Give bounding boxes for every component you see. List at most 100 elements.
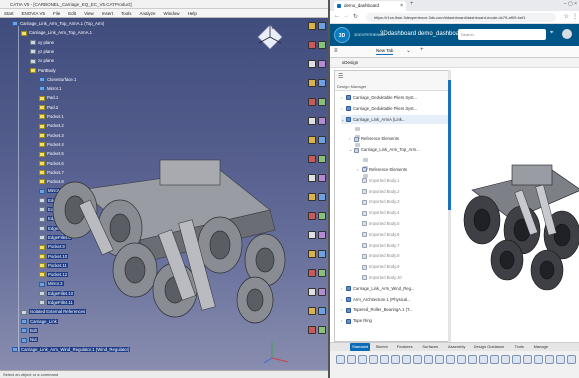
back-icon[interactable]: ← [334, 13, 340, 19]
toolbar-tool-icon[interactable] [318, 288, 326, 296]
design-tree-node[interactable]: Imported Body.9 [357, 262, 399, 271]
action-tool-icon[interactable] [358, 355, 367, 364]
panel-scrollbar[interactable] [448, 70, 451, 342]
design-tree-node[interactable]: › Arm_Architecture.1 (Physical... [341, 295, 410, 304]
tab-new-tab[interactable]: New Tab [376, 48, 394, 55]
toolbar-tool-icon[interactable] [308, 174, 316, 182]
menu-item-start[interactable]: Start [4, 11, 14, 16]
toolbar-tool-icon[interactable] [308, 288, 316, 296]
menu-item-file[interactable]: File [53, 11, 60, 16]
toolbar-tool-icon[interactable] [318, 307, 326, 315]
tag-icon[interactable]: ⌖ [550, 30, 553, 37]
tree-node[interactable]: Carriage_Link_Arm_Top_ArmA.1 [21, 29, 92, 37]
xdesign-3d-viewer[interactable] [452, 70, 579, 342]
toolbar-tool-icon[interactable] [318, 212, 326, 220]
url-input[interactable]: https://r1xe-ifwe.3dexperience.3ds.com/#… [366, 13, 556, 22]
browser-tab[interactable]: demo_dashboard × [334, 1, 406, 11]
tree-node[interactable]: Pocket.1 [39, 113, 64, 121]
action-tool-icon[interactable] [402, 355, 411, 364]
toolbar-tool-icon[interactable] [308, 307, 316, 315]
dashboard-title[interactable]: 3Ddashboard demo_dashboard [380, 31, 464, 37]
design-tree-node[interactable]: › Reference Elements [349, 134, 399, 143]
design-tree-node[interactable]: Imported Body.4 [357, 208, 399, 217]
toolbar-tool-icon[interactable] [308, 155, 316, 163]
menu-item-edit[interactable]: Edit [68, 11, 76, 16]
toolbar-tool-icon[interactable] [308, 79, 316, 87]
toolbar-tool-icon[interactable] [308, 250, 316, 258]
toolbar-tool-icon[interactable] [318, 60, 326, 68]
menu-item-tools[interactable]: Tools [121, 11, 132, 16]
tree-node[interactable]: Mirror.1 [39, 85, 62, 93]
design-tree-node[interactable]: Imported Body.5 [357, 219, 399, 228]
toolbar-tool-icon[interactable] [308, 326, 316, 334]
tree-node[interactable]: Carriage_Link_Arm_Wind_Regulator.1 (Wind… [12, 346, 131, 354]
avatar[interactable] [562, 29, 572, 39]
toolbar-tool-icon[interactable] [318, 269, 326, 277]
menu-item-analyze[interactable]: Analyze [140, 11, 156, 16]
toolbar-tool-icon[interactable] [308, 231, 316, 239]
toolbar-tool-icon[interactable] [318, 22, 326, 30]
toolbar-tool-icon[interactable] [308, 41, 316, 49]
node-action-icons[interactable] [355, 125, 368, 148]
tree-node[interactable]: xy plane [30, 39, 54, 47]
design-tree-node[interactable]: › Reference Elements [357, 165, 407, 174]
action-tool-icon[interactable] [490, 355, 499, 364]
add-tab-icon[interactable]: + [420, 47, 424, 53]
toolbar-tool-icon[interactable] [308, 60, 316, 68]
menu-item-help[interactable]: Help [188, 11, 197, 16]
search-input[interactable]: Search [458, 29, 546, 40]
toolbar-tool-icon[interactable] [308, 136, 316, 144]
action-tool-icon[interactable] [545, 355, 554, 364]
toolbar-tool-icon[interactable] [318, 98, 326, 106]
action-tool-icon[interactable] [435, 355, 444, 364]
action-tool-icon[interactable] [534, 355, 543, 364]
action-tool-icon[interactable] [556, 355, 565, 364]
action-tool-icon[interactable] [567, 355, 576, 364]
design-tree-node[interactable]: Imported Body.10 [357, 273, 402, 282]
node-action-icons[interactable] [363, 156, 376, 178]
tree-node[interactable]: Pocket.2 [39, 122, 64, 130]
tree-node[interactable]: PartBody [30, 67, 56, 75]
toolbar-tool-icon[interactable] [318, 231, 326, 239]
toolbar-tool-icon[interactable] [308, 269, 316, 277]
design-tree-node[interactable]: › Carriage_Link_Arm_Wind_Reg... [341, 284, 414, 293]
action-tool-icon[interactable] [512, 355, 521, 364]
design-tree-node[interactable]: Imported Body.2 [357, 187, 399, 196]
action-tool-icon[interactable] [501, 355, 510, 364]
toolbar-tool-icon[interactable] [308, 193, 316, 201]
action-tool-icon[interactable] [523, 355, 532, 364]
toolbar-tool-icon[interactable] [318, 136, 326, 144]
catia-3d-model[interactable] [20, 150, 310, 340]
toolbar-tool-icon[interactable] [318, 155, 326, 163]
action-tab-tools[interactable]: Tools [515, 343, 524, 351]
action-tool-icon[interactable] [369, 355, 378, 364]
action-tab-assembly[interactable]: Assembly [448, 343, 465, 351]
toolbar-tool-icon[interactable] [318, 326, 326, 334]
action-tool-icon[interactable] [457, 355, 466, 364]
action-tool-icon[interactable] [468, 355, 477, 364]
design-tree-node[interactable]: Imported Body.7 [357, 241, 399, 250]
toolbar-tool-icon[interactable] [318, 174, 326, 182]
action-tool-icon[interactable] [336, 355, 345, 364]
tree-node[interactable]: zx plane [30, 57, 54, 65]
tree-node[interactable]: Pad.2 [39, 104, 58, 112]
toolbar-tool-icon[interactable] [318, 41, 326, 49]
design-tree-node[interactable]: › Carriage_Deduktable Pliers Syst... [341, 104, 417, 113]
toolbar-tool-icon[interactable] [318, 250, 326, 258]
scroll-thumb[interactable] [448, 80, 451, 210]
action-tool-icon[interactable] [424, 355, 433, 364]
tree-node[interactable]: Pad.1 [39, 94, 58, 102]
menu-icon[interactable]: ☰ [338, 73, 343, 80]
menu-dots-icon[interactable]: ⋮ [572, 13, 578, 20]
toolbar-tool-icon[interactable] [318, 193, 326, 201]
forward-icon[interactable]: → [343, 13, 349, 19]
design-tree-node[interactable]: › Tapered_Roller_BearingA.1 (T... [341, 305, 413, 314]
action-tab-sketch[interactable]: Sketch [376, 343, 388, 351]
design-tree-node[interactable]: Imported Body.1 [357, 176, 399, 185]
design-tree-node[interactable]: › Tape Ring [341, 316, 372, 325]
star-icon[interactable]: ☆ [564, 13, 569, 20]
action-tool-icon[interactable] [391, 355, 400, 364]
action-tab-standard[interactable]: Standard [350, 343, 371, 351]
action-tool-icon[interactable] [347, 355, 356, 364]
toolbar-tool-icon[interactable] [308, 98, 316, 106]
